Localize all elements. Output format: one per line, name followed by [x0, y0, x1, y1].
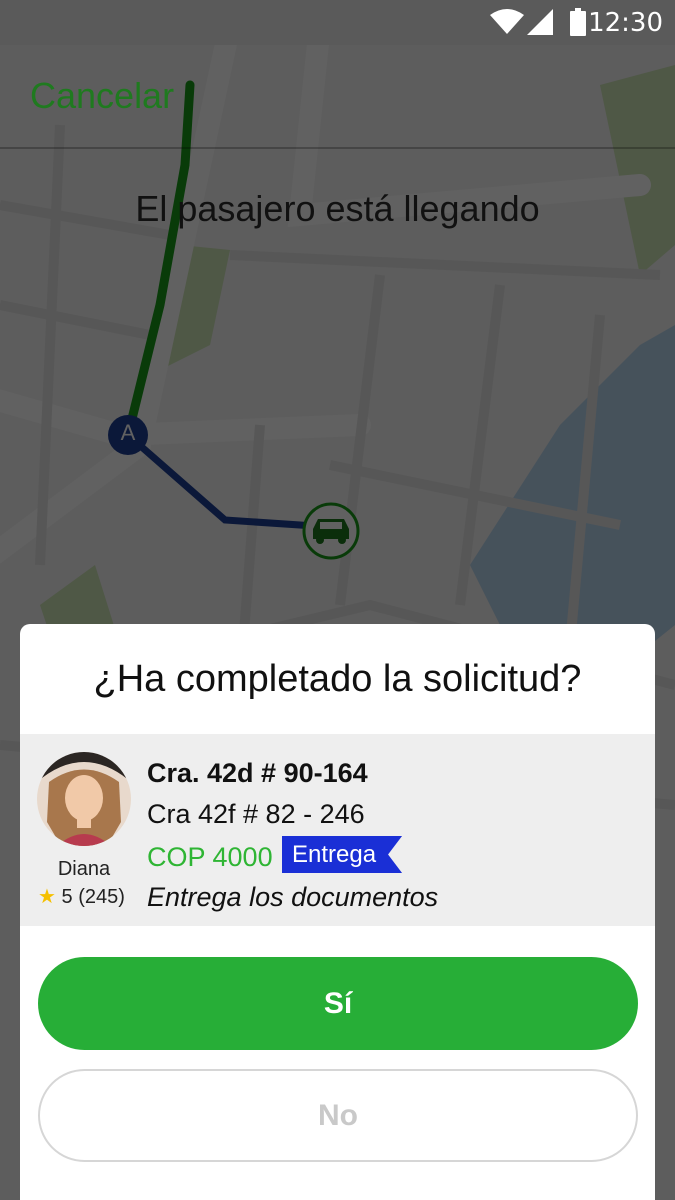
- pickup-address: Cra. 42d # 90-164: [147, 758, 368, 788]
- no-button[interactable]: No: [38, 1069, 638, 1162]
- passenger-rating: ★ 5 (245): [38, 884, 138, 909]
- request-note: Entrega los documentos: [147, 882, 439, 912]
- dropoff-address: Cra 42f # 82 - 246: [147, 799, 365, 829]
- avatar: [37, 752, 131, 846]
- page-title: El pasajero está llegando: [135, 188, 540, 229]
- completion-dialog: ¿Ha completado la solicitud? Diana ★ 5 (…: [20, 624, 655, 1200]
- top-bar: Cancelar: [0, 45, 675, 149]
- cancel-button[interactable]: Cancelar: [30, 75, 174, 117]
- request-card: Diana ★ 5 (245) Cra. 42d # 90-164 Cra 42…: [20, 734, 655, 926]
- passenger-name: Diana: [57, 858, 111, 880]
- wifi-icon: [490, 9, 524, 34]
- status-time: 12:30: [588, 8, 663, 38]
- dialog-question: ¿Ha completado la solicitud?: [93, 658, 582, 700]
- battery-icon: [570, 8, 586, 36]
- star-icon: ★: [38, 886, 56, 908]
- rating-value: 5: [61, 886, 73, 908]
- status-bar: 12:30: [0, 0, 675, 45]
- rating-count: (245): [78, 886, 125, 908]
- cellular-signal-icon: [527, 9, 553, 35]
- service-tag: Entrega: [282, 836, 402, 873]
- yes-button[interactable]: Sí: [38, 957, 638, 1050]
- price-label: COP 4000: [147, 842, 273, 872]
